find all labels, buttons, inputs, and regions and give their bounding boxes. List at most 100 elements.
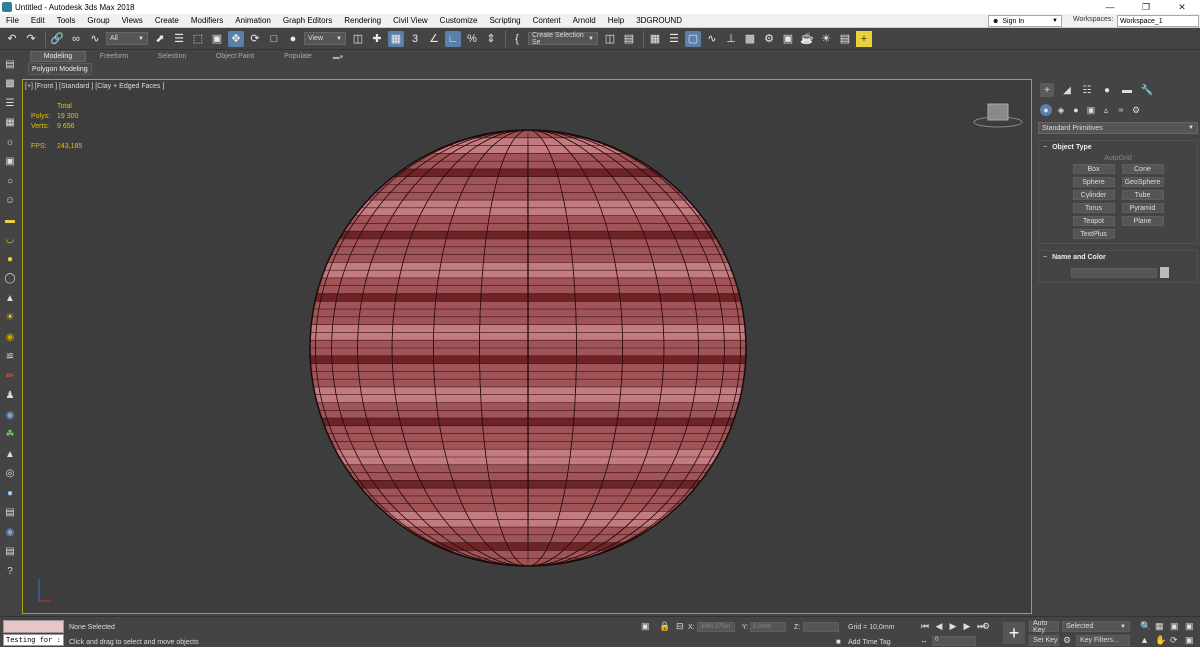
close-button[interactable]: ✕ [1164, 0, 1200, 14]
motion-tab-icon[interactable]: ● [1100, 83, 1114, 97]
ribbon-toggle-icon[interactable]: ▢ [685, 30, 701, 47]
curve-editor-icon[interactable]: ∿ [704, 31, 720, 47]
select-and-scale-icon[interactable]: □ [266, 31, 282, 47]
link-icon[interactable]: 🔗 [49, 31, 65, 47]
globe-icon[interactable]: ◉ [3, 408, 17, 422]
display-tab-icon[interactable]: ▬ [1120, 83, 1134, 97]
ribbon-tab-object-paint[interactable]: Object Paint [202, 52, 268, 61]
menu-modifiers[interactable]: Modifiers [185, 16, 229, 25]
select-manipulate-icon[interactable]: ✚ [369, 31, 385, 47]
sphere-gold-icon[interactable]: ◉ [3, 330, 17, 344]
set-key-button[interactable]: Set Key [1029, 635, 1059, 646]
select-and-rotate-icon[interactable]: ⟳ [247, 31, 263, 47]
rendered-frame-window-icon[interactable]: ▣ [780, 31, 796, 47]
menu-3dground[interactable]: 3DGROUND [630, 16, 688, 25]
half-sphere-icon[interactable]: ◡ [3, 233, 17, 247]
unlink-icon[interactable]: ∞ [68, 31, 84, 47]
keyboard-shortcut-override-icon[interactable]: ▦ [388, 30, 404, 47]
edit-named-selection-icon[interactable]: { [509, 31, 525, 47]
brush-icon[interactable]: ✏ [3, 369, 17, 383]
arnold-render-icon[interactable]: ▤ [837, 31, 853, 47]
create-tab-icon[interactable]: + [1040, 83, 1054, 97]
set-keys-icon[interactable]: + [1003, 622, 1025, 644]
redo-icon[interactable]: ↷ [23, 31, 39, 47]
select-and-move-icon[interactable]: ✥ [228, 30, 244, 47]
zoom-icon[interactable]: 🔍 [1140, 621, 1151, 632]
isolate-selection-icon[interactable]: ▣ [641, 621, 650, 632]
menu-file[interactable]: File [0, 16, 25, 25]
auto-key-button[interactable]: Auto Key [1029, 620, 1059, 634]
systems-icon[interactable]: ⚙ [1130, 104, 1142, 116]
time-tag-icon[interactable]: ■ [836, 637, 841, 646]
menu-edit[interactable]: Edit [25, 16, 51, 25]
render-iterative-icon[interactable]: ☀ [818, 31, 834, 47]
bind-space-warp-icon[interactable]: ∿ [87, 31, 103, 47]
people-icon[interactable]: ☺ [3, 194, 17, 208]
menu-graph-editors[interactable]: Graph Editors [277, 16, 338, 25]
sphere-icon[interactable]: ● [3, 252, 17, 266]
maximize-button[interactable]: ❐ [1128, 0, 1164, 14]
cameras-icon[interactable]: ▣ [1085, 104, 1097, 116]
menu-content[interactable]: Content [527, 16, 567, 25]
scene-explorer-icon[interactable]: ▤ [3, 57, 17, 71]
cone-icon[interactable]: ▲ [3, 291, 17, 305]
helper-icon[interactable]: ○ [3, 174, 17, 188]
geosphere-button[interactable]: GeoSphere [1121, 177, 1164, 187]
object-color-swatch[interactable] [1160, 267, 1169, 278]
light-bulb-icon[interactable]: ☼ [3, 135, 17, 149]
maxscript-listener-output[interactable] [3, 620, 64, 633]
geometry-icon[interactable]: ● [1040, 104, 1052, 116]
key-filter-icon[interactable]: ⚙ [1063, 635, 1071, 646]
modify-tab-icon[interactable]: ◢ [1060, 83, 1074, 97]
previous-frame-icon[interactable]: ◀ [932, 621, 946, 632]
named-selection-set-select[interactable]: Create Selection Se ▼ [528, 32, 598, 46]
ribbon-tab-freeform[interactable]: Freeform [86, 52, 142, 61]
utilities-tab-icon[interactable]: 🔧 [1140, 83, 1154, 97]
sphere-button[interactable]: Sphere [1072, 177, 1115, 187]
viewcube[interactable] [973, 102, 1023, 130]
list-icon[interactable]: ☰ [3, 96, 17, 110]
maxscript-mini-listener[interactable]: Testing for : [3, 634, 64, 646]
lock-selection-icon[interactable]: 🔒 [659, 621, 670, 632]
polygon-modeling-panel[interactable]: Polygon Modeling [28, 63, 92, 75]
pan-icon[interactable]: ✋ [1155, 635, 1166, 646]
shapes-icon[interactable]: ◈ [1055, 104, 1067, 116]
absolute-mode-icon[interactable]: ⊟ [676, 621, 684, 632]
camera-icon[interactable]: ▣ [3, 155, 17, 169]
menu-scripting[interactable]: Scripting [483, 16, 526, 25]
autogrid-checkbox[interactable]: AutoGrid [1039, 155, 1197, 162]
cylinder-button[interactable]: Cylinder [1072, 190, 1115, 200]
sun-icon[interactable]: ☀ [3, 311, 17, 325]
cone-button[interactable]: Cone [1121, 164, 1164, 174]
space-warps-icon[interactable]: ≈ [1115, 104, 1127, 116]
hair-icon[interactable]: ≌ [3, 350, 17, 364]
menu-create[interactable]: Create [149, 16, 185, 25]
layer-icon[interactable]: ▩ [3, 77, 17, 91]
time-config-icon[interactable]: ⚙ [982, 621, 990, 632]
angle-snap-toggle-icon[interactable]: ∟ [445, 30, 461, 47]
undo-icon[interactable]: ↶ [4, 31, 20, 47]
reference-coordinate-select[interactable]: View ▼ [304, 32, 346, 45]
menu-group[interactable]: Group [81, 16, 115, 25]
align-icon[interactable]: ▤ [621, 31, 637, 47]
menu-animation[interactable]: Animation [229, 16, 277, 25]
y-coordinate-field[interactable]: 0,0mm [750, 622, 786, 632]
window-crossing-icon[interactable]: ▣ [209, 31, 225, 47]
rectangular-selection-icon[interactable]: ⬚ [190, 31, 206, 47]
key-filters-button[interactable]: Key Filters... [1076, 635, 1130, 646]
ribbon-options-icon[interactable]: ▬▾ [328, 52, 348, 62]
menu-tools[interactable]: Tools [51, 16, 82, 25]
teapot-button[interactable]: Teapot [1072, 216, 1115, 226]
object-type-header[interactable]: − Object Type [1039, 141, 1197, 153]
mirror-icon[interactable]: ◫ [602, 31, 618, 47]
play-icon[interactable]: ▶ [946, 621, 960, 632]
ribbon-tab-selection[interactable]: Selection [142, 52, 202, 61]
add-time-tag[interactable]: Add Time Tag [848, 639, 891, 646]
x-coordinate-field[interactable]: 3066,075m [697, 622, 735, 632]
pivot-center-icon[interactable]: ◫ [350, 31, 366, 47]
material-editor-icon[interactable]: ▩ [742, 31, 758, 47]
tube-button[interactable]: Tube [1121, 190, 1164, 200]
spinner-snap-icon[interactable]: ⇕ [483, 31, 499, 47]
zoom-extents-icon[interactable]: ▣ [1170, 621, 1179, 632]
settings-icon[interactable]: ▤ [3, 545, 17, 559]
